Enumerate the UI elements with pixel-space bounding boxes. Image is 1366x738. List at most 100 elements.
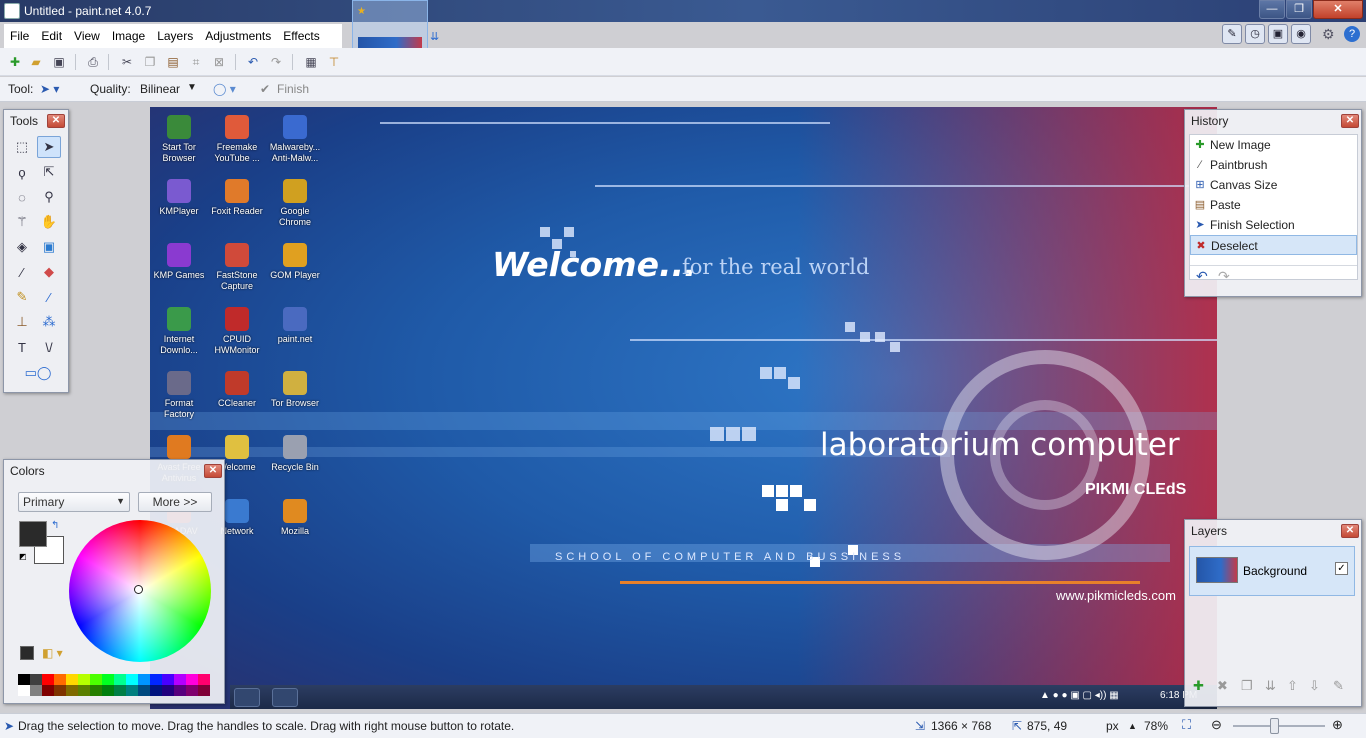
- palette-swatch[interactable]: [186, 674, 198, 685]
- merge-layer-down-icon[interactable]: ⇊: [1265, 678, 1276, 694]
- palette-swatch[interactable]: [162, 674, 174, 685]
- undo-icon[interactable]: ↶: [244, 53, 262, 71]
- menu-image[interactable]: Image: [106, 24, 151, 48]
- palette-swatch[interactable]: [102, 685, 114, 696]
- zoom-to-window-icon[interactable]: ⛶: [1182, 717, 1191, 733]
- palette-swatch[interactable]: [42, 685, 54, 696]
- palette-swatch[interactable]: [114, 674, 126, 685]
- copy-icon[interactable]: ❐: [141, 53, 159, 71]
- eraser-tool-icon[interactable]: ◆: [37, 261, 61, 283]
- save-icon[interactable]: ▣: [50, 53, 68, 71]
- colors-panel-close-icon[interactable]: ✕: [204, 464, 222, 478]
- palette-menu-icon[interactable]: ◧ ▾: [42, 646, 63, 660]
- redo-icon[interactable]: ↷: [267, 53, 285, 71]
- text-tool-icon[interactable]: T: [10, 336, 34, 358]
- menu-file[interactable]: File: [4, 24, 35, 48]
- palette-swatch[interactable]: [150, 685, 162, 696]
- reset-colors-icon[interactable]: ◩: [19, 552, 27, 561]
- grid-icon[interactable]: ▦: [302, 53, 320, 71]
- palette-swatch[interactable]: [150, 674, 162, 685]
- layer-visibility-checkbox[interactable]: ✓: [1335, 562, 1348, 575]
- crop-to-selection-icon[interactable]: ⌗: [187, 53, 205, 71]
- palette-swatch[interactable]: [54, 685, 66, 696]
- layers-window-toggle-icon[interactable]: ▣: [1268, 24, 1288, 44]
- history-redo-icon[interactable]: ↷: [1218, 268, 1230, 285]
- history-item[interactable]: ⊞ Canvas Size: [1190, 175, 1357, 195]
- paintbrush-tool-icon[interactable]: ∕: [10, 261, 34, 283]
- layers-panel-close-icon[interactable]: ✕: [1341, 524, 1359, 538]
- more-colors-button[interactable]: More >>: [138, 492, 212, 512]
- palette-swatch[interactable]: [174, 685, 186, 696]
- selection-mode-icon[interactable]: ◯ ▾: [213, 82, 236, 96]
- menu-edit[interactable]: Edit: [35, 24, 68, 48]
- palette-swatch[interactable]: [138, 685, 150, 696]
- palette-swatch[interactable]: [198, 685, 210, 696]
- zoom-slider[interactable]: [1233, 725, 1325, 727]
- paste-icon[interactable]: ▤: [164, 53, 182, 71]
- palette-swatch[interactable]: [78, 685, 90, 696]
- deselect-icon[interactable]: ⊠: [210, 53, 228, 71]
- palette-swatch[interactable]: [30, 674, 42, 685]
- settings-gear-icon[interactable]: ⚙: [1322, 26, 1335, 43]
- history-window-toggle-icon[interactable]: ◷: [1245, 24, 1265, 44]
- color-wheel-cursor[interactable]: [134, 585, 143, 594]
- minimize-button[interactable]: —: [1259, 0, 1285, 19]
- finish-button[interactable]: Finish: [277, 82, 309, 96]
- move-selection-tool-icon[interactable]: ➤: [37, 136, 61, 158]
- color-mode-select[interactable]: Primary ▼: [18, 492, 130, 512]
- print-icon[interactable]: ⎙: [84, 53, 102, 71]
- open-folder-icon[interactable]: ▰: [27, 53, 45, 71]
- shapes-tool-icon[interactable]: ▭◯: [18, 362, 58, 384]
- zoom-in-icon[interactable]: ⊕: [1332, 717, 1343, 733]
- palette-swatch[interactable]: [78, 674, 90, 685]
- palette-swatch[interactable]: [18, 674, 30, 685]
- palette-swatch[interactable]: [198, 674, 210, 685]
- line-curve-tool-icon[interactable]: \/: [37, 336, 61, 358]
- zoom-tool-icon[interactable]: ⚲: [37, 186, 61, 208]
- palette-swatch[interactable]: [66, 674, 78, 685]
- palette-swatch[interactable]: [30, 685, 42, 696]
- palette-swatch[interactable]: [90, 674, 102, 685]
- close-button[interactable]: ✕: [1313, 0, 1363, 19]
- cut-icon[interactable]: ✂: [118, 53, 136, 71]
- delete-layer-icon[interactable]: ✖: [1217, 678, 1228, 694]
- move-layer-up-icon[interactable]: ⇧: [1287, 678, 1298, 694]
- move-layer-down-icon[interactable]: ⇩: [1309, 678, 1320, 694]
- ellipse-select-tool-icon[interactable]: ◌: [10, 186, 34, 208]
- history-undo-icon[interactable]: ↶: [1196, 268, 1208, 285]
- quality-select[interactable]: Bilinear: [140, 82, 180, 96]
- palette-swatch[interactable]: [18, 685, 30, 696]
- palette-swatch[interactable]: [126, 685, 138, 696]
- zoom-slider-handle[interactable]: [1270, 718, 1279, 734]
- menu-adjustments[interactable]: Adjustments: [199, 24, 277, 48]
- menu-view[interactable]: View: [68, 24, 106, 48]
- color-picker-tool-icon[interactable]: ⁄: [37, 286, 61, 308]
- primary-color-swatch[interactable]: [19, 521, 47, 547]
- help-icon[interactable]: ?: [1344, 26, 1360, 42]
- paint-bucket-tool-icon[interactable]: ◈: [10, 236, 34, 258]
- palette-swatch[interactable]: [126, 674, 138, 685]
- palette-swatch[interactable]: [186, 685, 198, 696]
- rectangle-select-tool-icon[interactable]: ⬚: [10, 136, 34, 158]
- units-dropdown-icon[interactable]: ▲: [1128, 721, 1137, 731]
- history-item[interactable]: ∕ Paintbrush: [1190, 155, 1357, 175]
- color-palette[interactable]: [18, 674, 212, 696]
- palette-swatch[interactable]: [42, 674, 54, 685]
- layer-properties-icon[interactable]: ✎: [1333, 678, 1344, 694]
- duplicate-layer-icon[interactable]: ❐: [1241, 678, 1253, 694]
- zoom-out-icon[interactable]: ⊖: [1211, 717, 1222, 733]
- new-image-icon[interactable]: ✚: [6, 53, 24, 71]
- menu-effects[interactable]: Effects: [277, 24, 325, 48]
- palette-swatch[interactable]: [102, 674, 114, 685]
- image-list-dropdown-icon[interactable]: ⇊: [430, 30, 439, 43]
- add-layer-icon[interactable]: ✚: [1193, 678, 1204, 694]
- palette-swatch[interactable]: [66, 685, 78, 696]
- colors-window-toggle-icon[interactable]: ◉: [1291, 24, 1311, 44]
- history-item-selected[interactable]: ✖ Deselect: [1190, 235, 1357, 255]
- gradient-tool-icon[interactable]: ▣: [37, 236, 61, 258]
- history-panel-close-icon[interactable]: ✕: [1341, 114, 1359, 128]
- menu-layers[interactable]: Layers: [151, 24, 199, 48]
- recolor-tool-icon[interactable]: ⁂: [37, 311, 61, 333]
- rulers-icon[interactable]: ⊤: [325, 53, 343, 71]
- clone-stamp-tool-icon[interactable]: ⊥: [10, 311, 34, 333]
